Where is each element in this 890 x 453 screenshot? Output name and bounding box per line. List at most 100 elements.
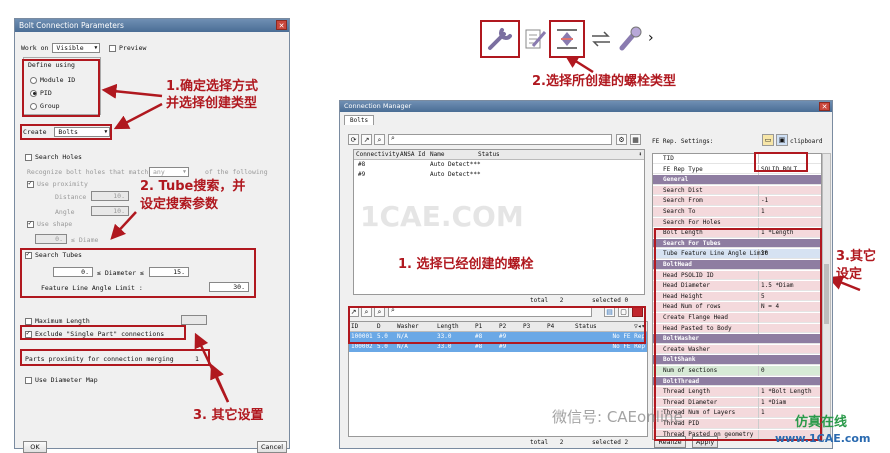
- cell: 33.0: [437, 343, 452, 350]
- property-row[interactable]: Search To 1: [653, 207, 821, 217]
- column-divider: [758, 313, 759, 323]
- delete-icon[interactable]: [632, 306, 643, 317]
- table-row[interactable]: #9 Auto Detect***: [354, 170, 644, 180]
- property-row[interactable]: Search From -1: [653, 196, 821, 207]
- column-filter-icon[interactable]: ▽◂▾: [634, 322, 645, 332]
- property-value[interactable]: 1: [761, 207, 765, 217]
- swap-button[interactable]: [588, 26, 614, 52]
- refresh-icon[interactable]: ⟳: [348, 134, 359, 145]
- property-value[interactable]: -1: [761, 196, 768, 206]
- bottom-selected: selected 2: [592, 439, 628, 446]
- property-row[interactable]: BoltWasher: [653, 334, 821, 344]
- table-row[interactable]: 100001 5.0 N/A 33.0 #8 #9 No FE Rep: [349, 332, 647, 342]
- wrench-button[interactable]: [480, 20, 520, 58]
- top-total: total 2: [530, 297, 563, 304]
- tab-bolts[interactable]: Bolts: [344, 115, 375, 125]
- column-divider: [758, 408, 759, 419]
- property-row[interactable]: FE Rep Type SOLID BOLT: [653, 164, 821, 175]
- col-id[interactable]: ID: [351, 322, 358, 332]
- search-icon: ⌕: [391, 306, 395, 314]
- list-icon[interactable]: ▤: [604, 306, 615, 317]
- property-row[interactable]: Head Diameter 1.5 *Diam: [653, 281, 821, 292]
- property-value[interactable]: 1 *Diam: [761, 398, 786, 408]
- table-row[interactable]: #8 Auto Detect***: [354, 160, 644, 170]
- gear-icon[interactable]: ⚙: [616, 134, 627, 145]
- property-row[interactable]: Tube Feature Line Angle Limit 30: [653, 249, 821, 260]
- cell: #9: [499, 343, 507, 350]
- bolt-search-input[interactable]: ⌕: [388, 306, 592, 317]
- col-p1[interactable]: P1: [475, 322, 482, 332]
- table-row[interactable]: 100002 5.0 N/A 33.0 #8 #9 No FE Rep: [349, 342, 647, 352]
- chevron-right-icon[interactable]: ›: [648, 30, 654, 46]
- wrench-icon: [488, 28, 512, 50]
- property-value[interactable]: SOLID BOLT: [761, 165, 797, 175]
- col-washer[interactable]: Washer: [397, 322, 419, 332]
- grid-icon[interactable]: ▦: [630, 134, 641, 145]
- bolt-type-button[interactable]: [549, 20, 585, 58]
- annotation-right: 3.其它 设定: [836, 248, 876, 284]
- scrollbar-thumb[interactable]: [824, 264, 829, 324]
- total-label: total: [530, 297, 549, 304]
- property-row[interactable]: BoltThread: [653, 376, 821, 387]
- property-row[interactable]: BoltHead: [653, 260, 821, 270]
- property-row[interactable]: Create Washer: [653, 344, 821, 355]
- clipboard-label[interactable]: clipboard: [790, 138, 823, 145]
- property-row[interactable]: Search For Tubes: [653, 238, 821, 249]
- folder-icon[interactable]: ▭: [762, 134, 774, 146]
- select-icon[interactable]: ↗: [348, 306, 359, 317]
- column-divider: [758, 154, 759, 164]
- zoom-fit-icon[interactable]: ⌕: [374, 306, 385, 317]
- property-row[interactable]: Head Pasted to Body: [653, 323, 821, 334]
- col-ansa-id[interactable]: ANSA Id: [400, 150, 425, 160]
- property-value[interactable]: 1: [761, 408, 765, 418]
- property-value[interactable]: 1 *Bolt Length: [761, 387, 812, 397]
- select-icon[interactable]: ↗: [361, 134, 372, 145]
- edit-doc-button[interactable]: [523, 26, 547, 52]
- col-p4[interactable]: P4: [547, 322, 554, 332]
- property-row[interactable]: General: [653, 175, 821, 185]
- property-key: Head Diameter: [663, 282, 710, 290]
- column-divider: [758, 291, 759, 302]
- close-icon[interactable]: ✕: [819, 102, 830, 111]
- zoom-icon[interactable]: ⌕: [374, 134, 385, 145]
- realize-button[interactable]: Realize: [654, 436, 686, 448]
- col-d[interactable]: D: [377, 322, 381, 332]
- property-row[interactable]: Num of sections 0: [653, 366, 821, 376]
- column-divider: [758, 270, 759, 281]
- property-value[interactable]: 0: [761, 366, 765, 376]
- property-row[interactable]: Head PSOLID ID: [653, 270, 821, 281]
- property-value[interactable]: 1.5 *Diam: [761, 281, 794, 291]
- col-connectivity[interactable]: Connectivity: [356, 150, 399, 160]
- property-key: Search For Tubes: [663, 239, 721, 247]
- col-p3[interactable]: P3: [523, 322, 530, 332]
- property-row[interactable]: Search For Holes: [653, 217, 821, 228]
- property-row[interactable]: Thread Length 1 *Bolt Length: [653, 387, 821, 398]
- property-value[interactable]: 5: [761, 292, 765, 302]
- col-length[interactable]: Length: [437, 322, 459, 332]
- property-row[interactable]: Head Height 5: [653, 291, 821, 302]
- property-row[interactable]: TID: [653, 154, 821, 164]
- property-value[interactable]: 1 *Length: [761, 228, 794, 238]
- property-row[interactable]: Bolt Length 1 *Length: [653, 228, 821, 239]
- property-value[interactable]: 30: [761, 249, 768, 259]
- cell: Auto Detect***: [430, 161, 481, 168]
- property-row[interactable]: Create Flange Head: [653, 313, 821, 323]
- bolt-button[interactable]: [616, 24, 644, 54]
- property-row[interactable]: Search Dist: [653, 185, 821, 196]
- property-row[interactable]: Head Num of rows N = 4: [653, 302, 821, 313]
- cell: #9: [499, 333, 507, 340]
- col-name[interactable]: Name: [430, 150, 444, 160]
- apply-button[interactable]: Apply: [692, 436, 718, 448]
- property-value[interactable]: N = 4: [761, 302, 779, 312]
- col-status[interactable]: Status: [478, 150, 500, 160]
- download-icon[interactable]: ⬇: [638, 150, 642, 160]
- zoom-icon[interactable]: ⌕: [361, 306, 372, 317]
- col-p2[interactable]: P2: [499, 322, 506, 332]
- properties-panel: TID FE Rep Type SOLID BOLT General Search Di…: [652, 153, 822, 440]
- property-row[interactable]: BoltShank: [653, 355, 821, 365]
- paste-icon[interactable]: ▣: [776, 134, 788, 146]
- window-icon[interactable]: ▢: [618, 306, 629, 317]
- properties-scrollbar[interactable]: [822, 153, 831, 440]
- search-input[interactable]: ⌕: [388, 134, 612, 145]
- col-status[interactable]: Status: [575, 322, 597, 332]
